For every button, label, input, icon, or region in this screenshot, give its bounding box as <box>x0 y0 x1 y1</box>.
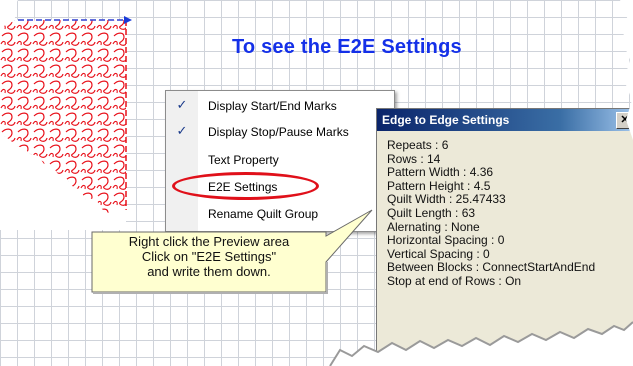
torn-edge-overlay <box>329 0 633 366</box>
screenshot-canvas: To see the E2E Settings ✓ Display Start/… <box>0 0 633 366</box>
